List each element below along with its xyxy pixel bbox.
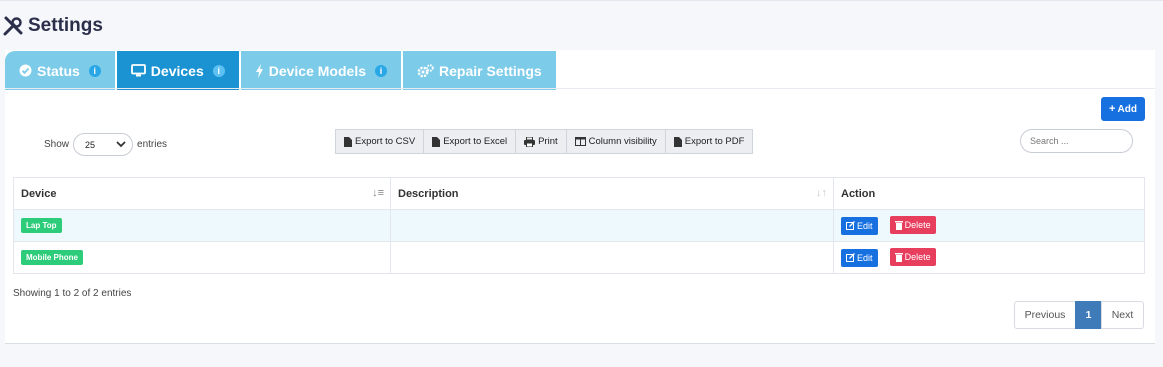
file-excel-icon <box>432 136 441 147</box>
page-size-control: Show 25 entries <box>44 133 167 156</box>
description-cell <box>390 209 834 242</box>
file-icon <box>344 136 352 147</box>
sort-desc-icon: ↓≡ <box>372 187 384 199</box>
bolt-icon <box>255 63 264 78</box>
monitor-icon <box>130 64 146 77</box>
edit-label: Edit <box>857 252 873 263</box>
edit-icon <box>846 253 855 263</box>
export-pdf-label: Export to PDF <box>684 136 745 147</box>
export-pdf-button[interactable]: Export to PDF <box>664 129 754 154</box>
table-info: Showing 1 to 2 of 2 entries <box>13 288 132 299</box>
next-page-button[interactable]: Next <box>1101 301 1144 329</box>
table-row: Mobile Phone Edit Delete <box>13 241 1145 274</box>
tab-device-models-label: Device Models <box>268 62 366 79</box>
delete-label: Delete <box>904 220 931 231</box>
action-cell: Edit Delete <box>833 209 1145 242</box>
gears-icon <box>417 63 434 78</box>
export-excel-button[interactable]: Export to Excel <box>423 129 517 154</box>
export-csv-button[interactable]: Export to CSV <box>335 129 425 154</box>
page-title: Settings <box>28 15 103 36</box>
devices-card: Status i Devices i Device Models i Repai… <box>5 50 1155 344</box>
devices-table: Device ↓≡ Description ↓↑ Action Lap Top <box>13 177 1145 274</box>
edit-button[interactable]: Edit <box>841 216 878 235</box>
page-header: Settings <box>0 12 103 40</box>
plus-icon: + <box>1109 103 1116 115</box>
column-description-label: Description <box>398 187 459 200</box>
sort-icon: ↓↑ <box>816 187 827 199</box>
file-pdf-icon <box>673 136 682 147</box>
print-label: Print <box>538 136 558 147</box>
edit-icon <box>846 221 855 231</box>
description-cell <box>390 241 834 274</box>
add-button-label: Add <box>1117 103 1137 115</box>
tab-status-label: Status <box>37 62 80 79</box>
show-label: Show <box>44 139 70 150</box>
page-1-button[interactable]: 1 <box>1075 301 1102 329</box>
previous-page-button[interactable]: Previous <box>1014 301 1076 329</box>
top-border <box>0 0 1163 1</box>
column-action-label: Action <box>841 187 876 200</box>
edit-label: Edit <box>857 220 873 231</box>
column-header-device[interactable]: Device ↓≡ <box>13 177 391 210</box>
tab-status[interactable]: Status i <box>5 51 115 90</box>
tab-devices-label: Devices <box>150 62 204 79</box>
column-device-label: Device <box>21 187 57 200</box>
trash-icon <box>894 221 903 231</box>
table-row: Lap Top Edit Delete <box>13 209 1145 242</box>
table-header-row: Device ↓≡ Description ↓↑ Action <box>13 177 1145 210</box>
delete-label: Delete <box>904 252 931 263</box>
tab-repair-settings-label: Repair Settings <box>439 62 542 79</box>
export-csv-label: Export to CSV <box>355 136 416 147</box>
pagination: Previous 1 Next <box>1014 301 1144 329</box>
export-button-group: Export to CSV Export to Excel Print Colu… <box>335 129 754 154</box>
search-placeholder: Search ... <box>1030 136 1069 146</box>
tab-divider <box>5 88 1155 89</box>
delete-button[interactable]: Delete <box>889 216 936 235</box>
info-icon: i <box>212 64 225 77</box>
action-cell: Edit Delete <box>833 241 1145 274</box>
page-size-value: 25 <box>85 139 96 150</box>
tools-icon <box>0 13 26 39</box>
columns-icon <box>574 137 586 146</box>
column-header-action: Action <box>833 177 1145 210</box>
tab-repair-settings[interactable]: Repair Settings <box>403 51 556 90</box>
column-visibility-button[interactable]: Column visibility <box>565 129 666 154</box>
column-header-description[interactable]: Description ↓↑ <box>390 177 834 210</box>
column-visibility-label: Column visibility <box>588 136 657 147</box>
info-icon: i <box>88 64 101 77</box>
entries-label: entries <box>137 139 168 150</box>
device-badge: Mobile Phone <box>21 250 83 265</box>
check-circle-icon <box>19 64 32 77</box>
info-icon: i <box>375 64 387 77</box>
trash-icon <box>894 253 903 263</box>
tab-bar: Status i Devices i Device Models i Repai… <box>5 51 558 91</box>
edit-button[interactable]: Edit <box>841 248 878 267</box>
print-icon <box>524 136 536 147</box>
delete-button[interactable]: Delete <box>889 248 936 267</box>
device-cell: Lap Top <box>13 209 391 242</box>
page-size-select[interactable]: 25 <box>73 133 134 156</box>
chevron-down-icon <box>116 140 126 150</box>
device-cell: Mobile Phone <box>13 241 391 274</box>
add-button[interactable]: + Add <box>1101 97 1145 121</box>
device-badge: Lap Top <box>21 218 62 233</box>
search-input[interactable]: Search ... <box>1020 129 1133 153</box>
tab-device-models[interactable]: Device Models i <box>240 51 401 90</box>
print-button[interactable]: Print <box>515 129 567 154</box>
export-excel-label: Export to Excel <box>443 136 508 147</box>
tab-devices[interactable]: Devices i <box>116 51 239 90</box>
